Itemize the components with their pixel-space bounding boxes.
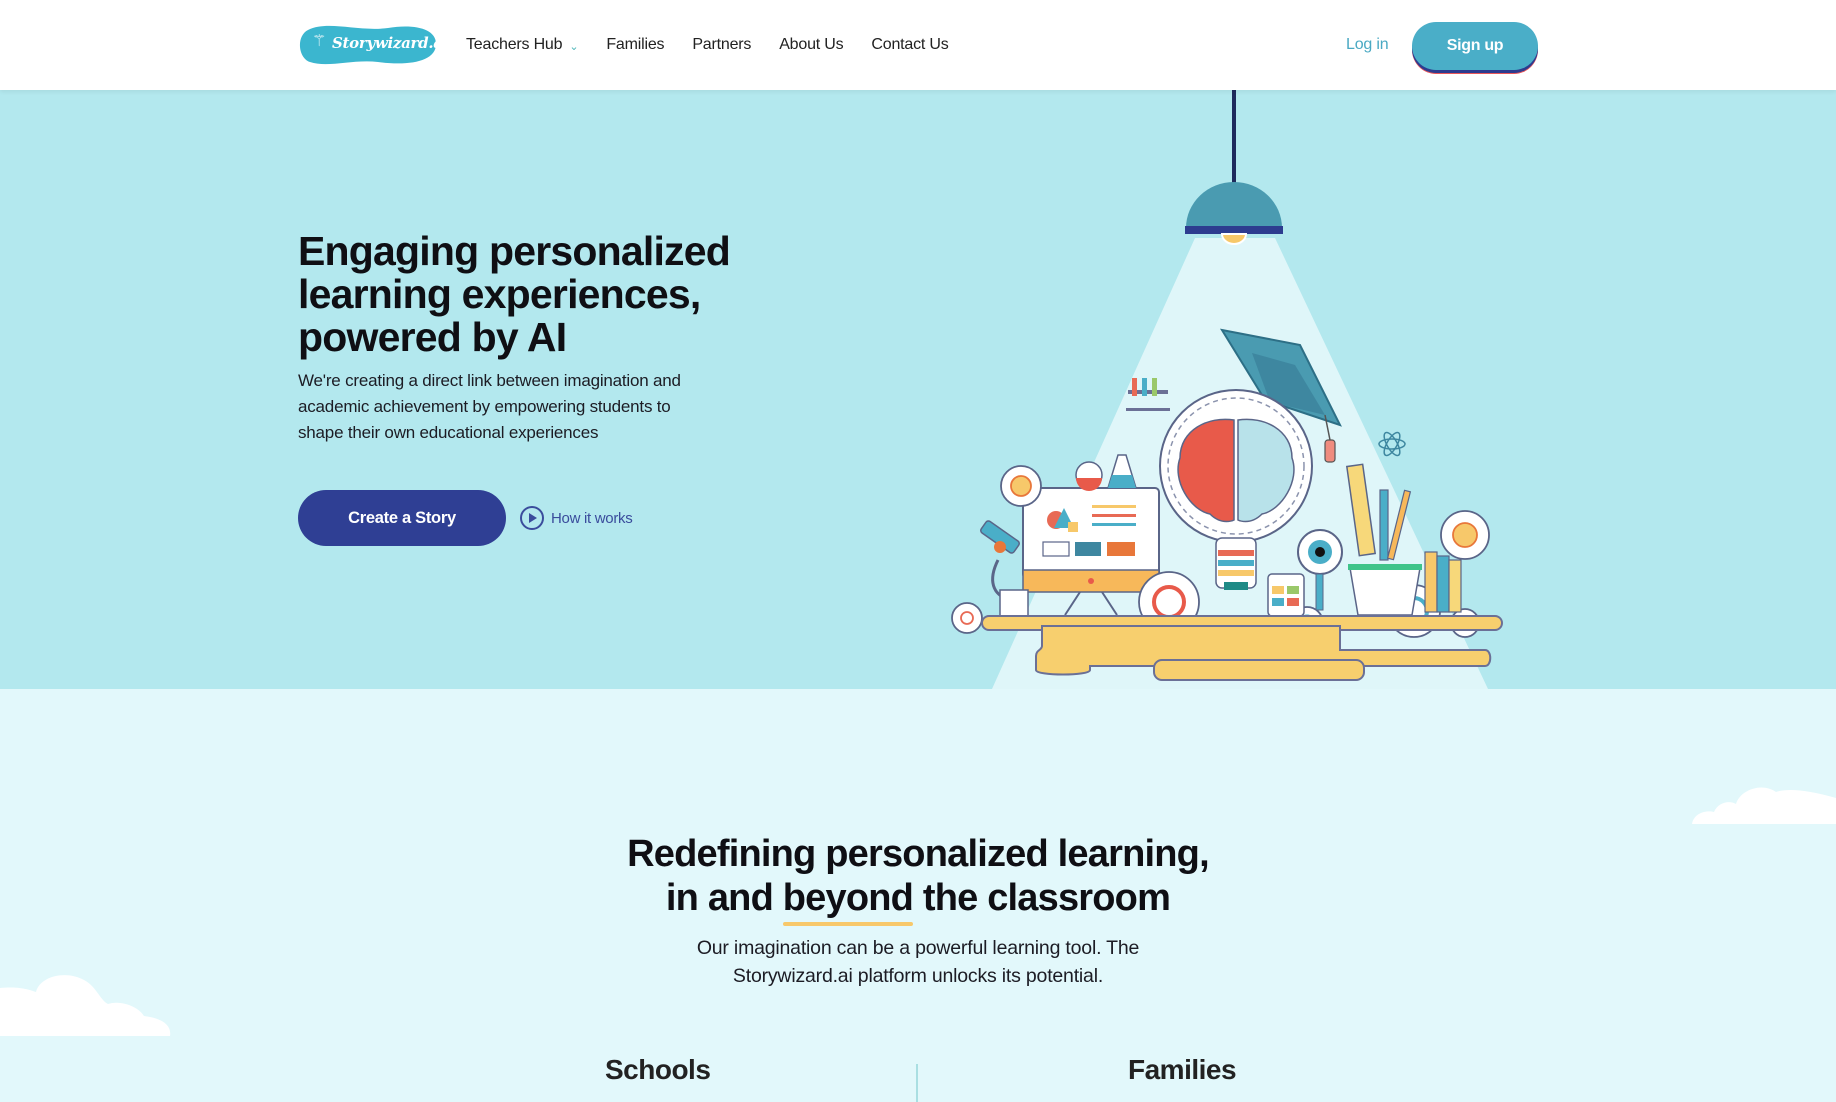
books-icon	[1424, 551, 1462, 613]
nav-teachers-hub[interactable]: Teachers Hub ⌄	[466, 36, 579, 54]
section-title-line: in and beyond the classroom	[0, 876, 1836, 926]
top-nav: ⚚ Storywizard.ai Teachers Hub ⌄ Families…	[0, 0, 1836, 90]
nav-teachers-hub-label: Teachers Hub	[466, 36, 563, 53]
hero-subtitle: We're creating a direct link between ima…	[298, 368, 778, 446]
hero-section: Engaging personalized learning experienc…	[0, 90, 1836, 689]
nav-families[interactable]: Families	[606, 36, 664, 54]
hero-title-line: Engaging personalized	[298, 228, 731, 274]
nav-about-us[interactable]: About Us	[779, 36, 843, 54]
logo-text: Storywizard.ai	[332, 34, 449, 52]
hero-title: Engaging personalized learning experienc…	[298, 230, 818, 359]
families-heading: Families	[1128, 1054, 1237, 1085]
lamp-cord	[1232, 90, 1236, 186]
cloud-decoration	[1692, 787, 1836, 824]
login-link[interactable]: Log in	[1346, 36, 1389, 54]
section-subtitle-line: Our imagination can be a powerful learni…	[696, 937, 1140, 959]
section-subtitle: Our imagination can be a powerful learni…	[0, 934, 1836, 990]
hero-subtitle-line: academic achievement by empowering stude…	[298, 397, 671, 416]
nav-partners[interactable]: Partners	[692, 36, 751, 54]
hero-illustration	[951, 90, 1503, 689]
logo[interactable]: ⚚ Storywizard.ai	[298, 22, 448, 68]
create-story-button[interactable]: Create a Story	[298, 490, 506, 546]
magic-wand-icon: ⚚	[312, 33, 327, 50]
how-it-works-label: How it works	[551, 509, 633, 527]
section-title-line: Redefining personalized learning,	[627, 833, 1210, 875]
signup-button[interactable]: Sign up	[1412, 22, 1538, 70]
hero-title-line: powered by AI	[298, 314, 567, 360]
schools-heading: Schools	[605, 1054, 711, 1085]
calculator-icon	[1267, 573, 1305, 617]
hero-subtitle-line: shape their own educational experiences	[298, 423, 599, 442]
nav-links: Teachers Hub ⌄ Families Partners About U…	[466, 0, 977, 90]
hero-subtitle-line: We're creating a direct link between ima…	[298, 371, 681, 390]
play-circle-icon	[520, 506, 544, 530]
section-title: Redefining personalized learning, in and…	[0, 832, 1836, 926]
microscope-icon	[980, 520, 1029, 617]
title-text: the classroom	[913, 877, 1171, 919]
lamp-shade-icon	[1186, 182, 1282, 228]
highlighted-word: beyond	[782, 877, 914, 926]
chevron-down-icon: ⌄	[569, 40, 579, 53]
how-it-works-link[interactable]: How it works	[520, 506, 633, 530]
hero-title-line: learning experiences,	[298, 271, 701, 317]
nav-contact-us[interactable]: Contact Us	[871, 36, 948, 54]
section-subtitle-line: Storywizard.ai platform unlocks its pote…	[732, 965, 1104, 987]
column-divider	[916, 1064, 918, 1102]
title-text: in and	[665, 877, 783, 919]
atom-icon	[1378, 431, 1406, 457]
